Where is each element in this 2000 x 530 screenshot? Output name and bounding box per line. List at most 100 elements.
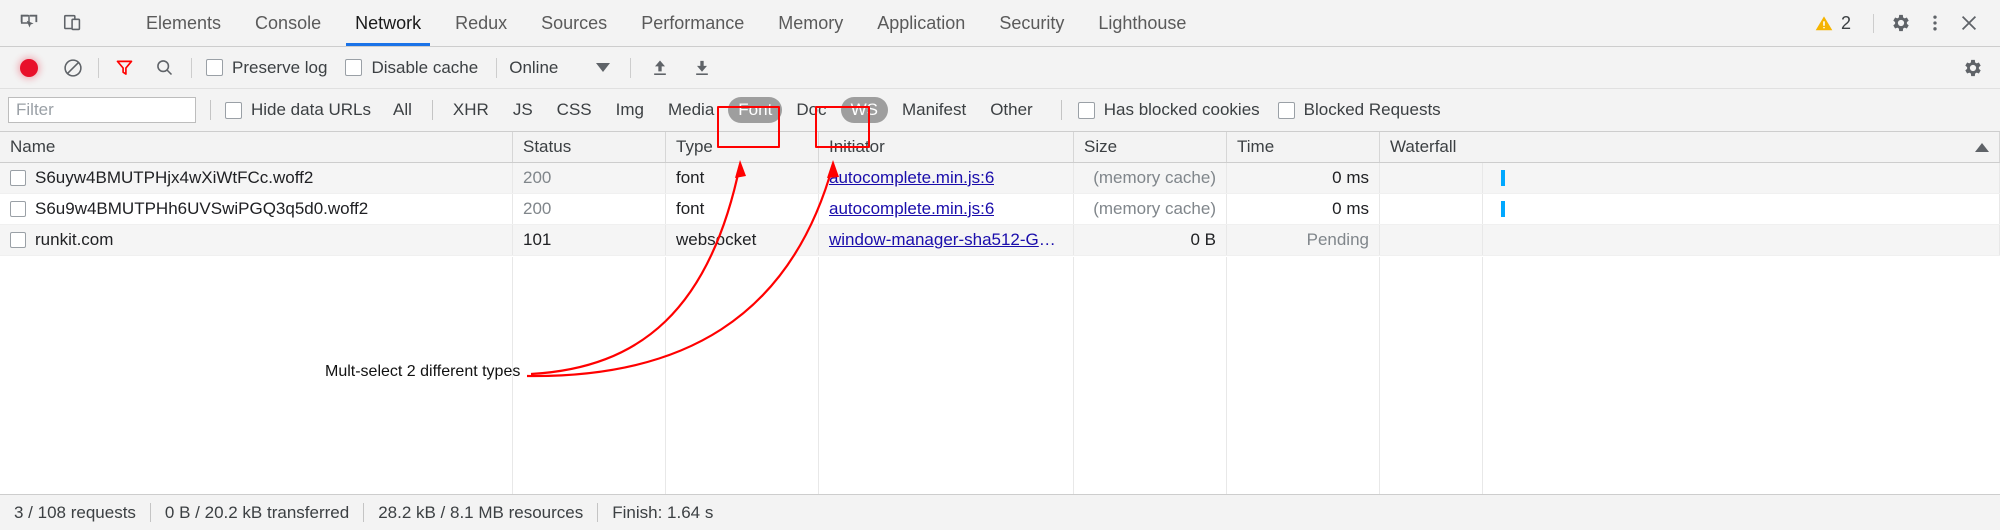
blocked-requests-label: Blocked Requests [1303, 100, 1441, 119]
row-initiator-link[interactable]: autocomplete.min.js:6 [829, 199, 994, 219]
row-initiator-link[interactable]: autocomplete.min.js:6 [829, 168, 994, 188]
tab-performance[interactable]: Performance [624, 0, 761, 46]
filter-type-xhr[interactable]: XHR [443, 97, 499, 123]
column-header-name[interactable]: Name [0, 132, 513, 162]
tab-application-label: Application [877, 12, 966, 33]
row-size-cell: 0 B [1074, 225, 1227, 255]
filter-toggle-button[interactable] [109, 53, 139, 83]
sort-ascending-icon [1975, 142, 1989, 152]
row-select-checkbox[interactable] [10, 201, 26, 217]
settings-gear-icon[interactable] [1886, 8, 1916, 38]
filter-type-all[interactable]: All [383, 97, 422, 123]
network-control-toolbar: Preserve log Disable cache Online [0, 47, 2000, 89]
filter-type-other[interactable]: Other [980, 97, 1043, 123]
panel-tabs: Elements Console Network Redux Sources P… [129, 0, 1203, 46]
filter-type-manifest[interactable]: Manifest [892, 97, 976, 123]
more-options-icon[interactable] [1920, 8, 1950, 38]
waterfall-bar [1501, 201, 1505, 217]
disable-cache-checkbox-box [345, 59, 363, 76]
search-button[interactable] [149, 53, 179, 83]
tab-elements-label: Elements [146, 12, 222, 33]
filter-input[interactable] [8, 97, 196, 123]
column-header-type[interactable]: Type [666, 132, 819, 162]
import-har-button[interactable] [645, 53, 675, 83]
tab-elements[interactable]: Elements [129, 0, 238, 46]
filter-type-doc[interactable]: Doc [786, 97, 836, 123]
column-header-time[interactable]: Time [1227, 132, 1380, 162]
row-waterfall-spacer [1380, 225, 1483, 255]
tab-sources[interactable]: Sources [524, 0, 624, 46]
right-controls-divider [1873, 13, 1874, 33]
hide-data-urls-checkbox[interactable]: Hide data URLs [225, 100, 371, 120]
table-header-row: Name Status Type Initiator Size Time Wat… [0, 132, 2000, 163]
warning-indicator[interactable]: 2 [1804, 13, 1861, 34]
row-name-cell[interactable]: runkit.com [0, 225, 513, 255]
row-name-cell[interactable]: S6uyw4BMUTPHjx4wXiWtFCc.woff2 [0, 163, 513, 193]
throttling-select[interactable]: Online [499, 58, 616, 78]
tab-security[interactable]: Security [982, 0, 1081, 46]
filter-type-css[interactable]: CSS [547, 97, 602, 123]
toolbar-divider-1 [98, 57, 99, 78]
tab-memory-label: Memory [778, 12, 844, 33]
table-row[interactable]: S6u9w4BMUTPHh6UVSwiPGQ3q5d0.woff2 200 fo… [0, 194, 2000, 225]
filter-divider-1 [210, 100, 211, 120]
tab-bar-right-controls: 2 [1804, 0, 2000, 46]
tab-console[interactable]: Console [238, 0, 338, 46]
close-devtools-icon[interactable] [1954, 8, 1984, 38]
disable-cache-checkbox[interactable]: Disable cache [345, 58, 478, 78]
network-settings-button[interactable] [1958, 53, 1988, 83]
row-initiator-cell[interactable]: autocomplete.min.js:6 [819, 194, 1074, 224]
export-har-icon [696, 60, 709, 75]
network-summary-bar: 3 / 108 requests 0 B / 20.2 kB transferr… [0, 494, 2000, 530]
column-header-status[interactable]: Status [513, 132, 666, 162]
tab-network[interactable]: Network [338, 0, 438, 46]
toolbar-divider-4 [630, 57, 632, 78]
toolbar-divider-2 [191, 57, 192, 78]
blocked-requests-checkbox[interactable]: Blocked Requests [1277, 100, 1441, 120]
column-header-initiator[interactable]: Initiator [819, 132, 1074, 162]
filter-type-img[interactable]: Img [606, 97, 654, 123]
table-row[interactable]: S6uyw4BMUTPHjx4wXiWtFCc.woff2 200 font a… [0, 163, 2000, 194]
clear-button[interactable] [58, 53, 88, 83]
chevron-down-icon [596, 63, 611, 72]
record-button-icon [20, 58, 38, 77]
tab-redux[interactable]: Redux [438, 0, 524, 46]
row-time-cell: 0 ms [1227, 194, 1380, 224]
inspect-element-icon[interactable] [14, 8, 44, 38]
devtools-network-panel: Elements Console Network Redux Sources P… [0, 0, 2000, 530]
row-status-cell: 200 [513, 163, 666, 193]
table-row[interactable]: runkit.com 101 websocket window-manager-… [0, 225, 2000, 256]
gear-icon [1965, 59, 1981, 76]
warning-triangle-icon [1815, 15, 1833, 30]
tab-console-label: Console [255, 12, 322, 33]
toolbar-divider-3 [496, 57, 498, 78]
devtools-tab-bar: Elements Console Network Redux Sources P… [0, 0, 2000, 47]
filter-type-font[interactable]: Font [728, 97, 783, 123]
row-name-cell[interactable]: S6u9w4BMUTPHh6UVSwiPGQ3q5d0.woff2 [0, 194, 513, 224]
column-header-size[interactable]: Size [1074, 132, 1227, 162]
tab-lighthouse[interactable]: Lighthouse [1081, 0, 1203, 46]
row-select-checkbox[interactable] [10, 232, 26, 248]
filter-type-ws[interactable]: WS [840, 97, 888, 123]
tab-memory[interactable]: Memory [761, 0, 860, 46]
row-size-cell: (memory cache) [1074, 194, 1227, 224]
tab-sources-label: Sources [541, 12, 608, 33]
filter-type-js[interactable]: JS [503, 97, 543, 123]
row-size-cell: (memory cache) [1074, 163, 1227, 193]
row-initiator-link[interactable]: window-manager-sha512-Gv4TFfSf… [829, 230, 1063, 250]
tab-application[interactable]: Application [860, 0, 982, 46]
row-time-cell: Pending [1227, 225, 1380, 255]
empty-col-size [1074, 257, 1227, 494]
column-header-waterfall[interactable]: Waterfall [1380, 132, 2000, 162]
table-empty-area [0, 257, 2000, 494]
device-toolbar-icon[interactable] [58, 8, 88, 38]
row-initiator-cell[interactable]: window-manager-sha512-Gv4TFfSf… [819, 225, 1074, 255]
empty-col-init [819, 257, 1074, 494]
row-select-checkbox[interactable] [10, 170, 26, 186]
has-blocked-cookies-checkbox[interactable]: Has blocked cookies [1077, 100, 1260, 120]
filter-type-media[interactable]: Media [658, 97, 724, 123]
row-initiator-cell[interactable]: autocomplete.min.js:6 [819, 163, 1074, 193]
record-button[interactable] [14, 53, 44, 83]
export-har-button[interactable] [687, 53, 717, 83]
preserve-log-checkbox[interactable]: Preserve log [206, 58, 327, 78]
